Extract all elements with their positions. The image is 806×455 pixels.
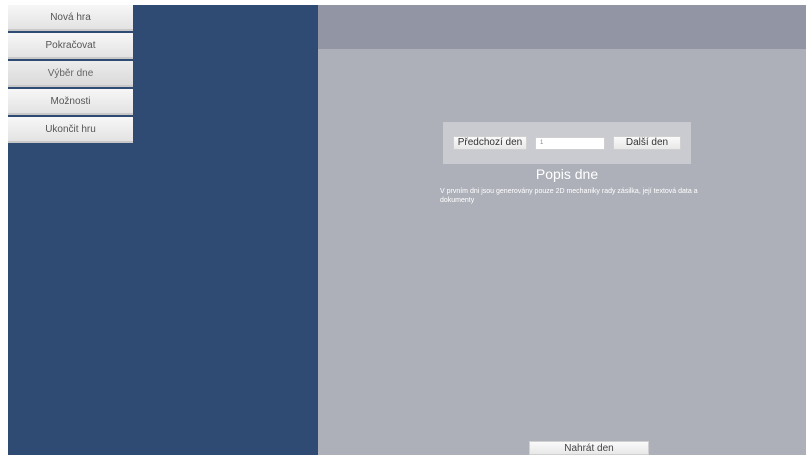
load-day-button[interactable]: Nahrát den [529, 441, 649, 455]
menu-item-day-select[interactable]: Výběr dne [8, 61, 133, 87]
day-select-panel: Předchozí den 1 Další den Popis dne V pr… [318, 5, 806, 455]
day-navigation: Předchozí den 1 Další den [443, 122, 691, 164]
app-window: Nová hra Pokračovat Výběr dne Možnosti U… [8, 5, 806, 455]
menu-item-options[interactable]: Možnosti [8, 89, 133, 115]
main-menu: Nová hra Pokračovat Výběr dne Možnosti U… [8, 5, 133, 145]
day-description: V prvním dni jsou generovány pouze 2D me… [440, 188, 698, 204]
day-title: Popis dne [535, 166, 599, 182]
menu-item-new-game[interactable]: Nová hra [8, 5, 133, 31]
left-panel: Nová hra Pokračovat Výběr dne Možnosti U… [8, 5, 318, 455]
previous-day-button[interactable]: Předchozí den [453, 136, 527, 150]
menu-item-continue[interactable]: Pokračovat [8, 33, 133, 59]
day-number-input[interactable]: 1 [535, 136, 605, 150]
next-day-button[interactable]: Další den [613, 136, 681, 150]
panel-header [318, 5, 806, 49]
menu-item-quit[interactable]: Ukončit hru [8, 117, 133, 143]
